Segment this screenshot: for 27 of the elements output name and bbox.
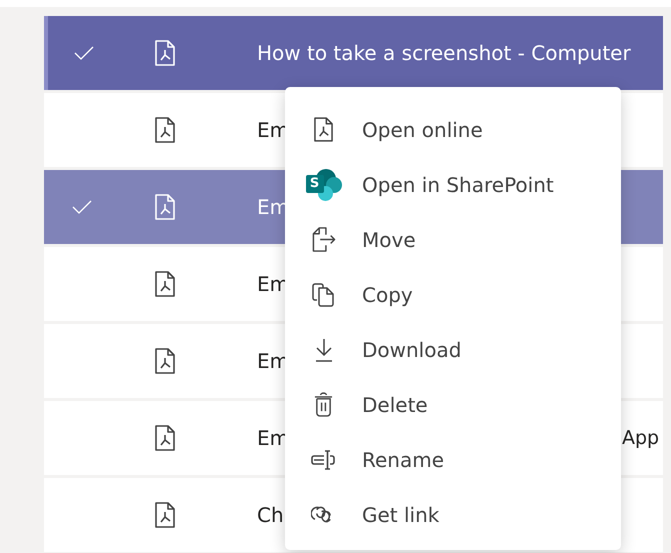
menu-item[interactable]: Rename: [285, 432, 621, 487]
rename-icon: [310, 448, 336, 470]
copy-icon: [312, 282, 336, 306]
menu-item[interactable]: Get link: [285, 487, 621, 542]
file-name: How to take a screenshot - Computer: [257, 41, 631, 65]
checkmark-icon: [72, 200, 92, 214]
pdf-file-icon: [155, 40, 175, 66]
pdf-file-icon: [314, 117, 333, 142]
pdf-file-icon: [155, 271, 175, 297]
menu-item[interactable]: Download: [285, 322, 621, 377]
pdf-file-icon: [155, 117, 175, 143]
menu-item[interactable]: Delete: [285, 377, 621, 432]
pdf-file-icon: [155, 194, 175, 220]
file-name: App: [622, 427, 660, 449]
menu-item[interactable]: Copy: [285, 267, 621, 322]
checkmark-icon: [74, 46, 94, 60]
pdf-file-icon: [155, 425, 175, 451]
file-row[interactable]: How to take a screenshot - Computer: [44, 16, 663, 90]
download-icon: [314, 338, 334, 362]
trash-icon: [314, 392, 333, 417]
pdf-file-icon: [155, 348, 175, 374]
file-name: Ch: [257, 503, 284, 527]
pdf-file-icon: [155, 502, 175, 528]
menu-item[interactable]: S Open in SharePoint: [285, 157, 621, 212]
menu-item[interactable]: Open online: [285, 102, 621, 157]
file-arrow-icon: [312, 227, 336, 252]
menu-item[interactable]: Move: [285, 212, 621, 267]
